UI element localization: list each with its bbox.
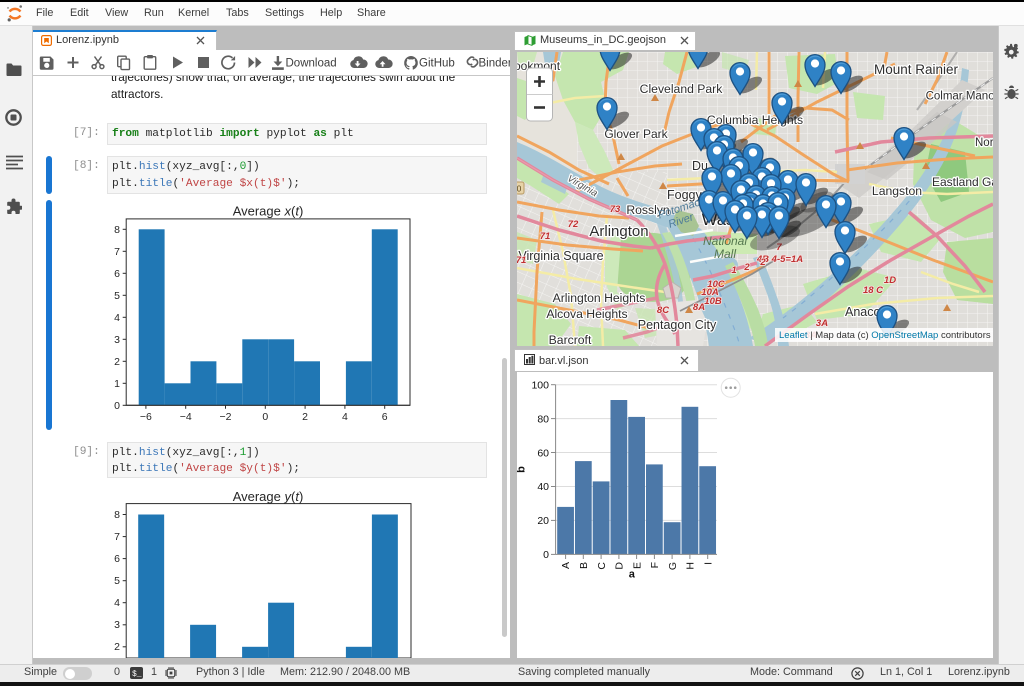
- svg-text:Glover Park: Glover Park: [604, 127, 668, 141]
- svg-text:2: 2: [114, 641, 120, 653]
- svg-text:−4: −4: [180, 411, 192, 423]
- svg-text:8: 8: [114, 509, 120, 521]
- svg-text:A: A: [560, 562, 572, 569]
- svg-text:G: G: [667, 562, 679, 570]
- svg-text:80: 80: [537, 413, 549, 425]
- svg-text:71: 71: [517, 255, 526, 266]
- svg-text:Binder: Binder: [479, 58, 511, 70]
- svg-text:H: H: [685, 562, 697, 570]
- svg-text:Barcroft: Barcroft: [549, 333, 592, 346]
- svg-text:5: 5: [114, 290, 120, 302]
- svg-text:71: 71: [540, 231, 551, 242]
- svg-text:10B: 10B: [704, 296, 722, 307]
- svg-text:100: 100: [531, 379, 549, 391]
- svg-text:7: 7: [114, 531, 120, 543]
- svg-text:Nor: Nor: [975, 137, 993, 149]
- svg-text:I: I: [702, 562, 714, 565]
- svg-text:Mall: Mall: [714, 247, 736, 261]
- svg-text:a: a: [629, 569, 636, 581]
- svg-text:1: 1: [731, 265, 736, 276]
- svg-text:b: b: [517, 466, 528, 473]
- svg-text:6: 6: [114, 268, 120, 280]
- svg-text:−6: −6: [140, 411, 152, 423]
- svg-text:0: 0: [543, 549, 549, 561]
- svg-text:0: 0: [114, 400, 120, 412]
- svg-text:7: 7: [114, 246, 120, 258]
- svg-text:F: F: [649, 562, 661, 568]
- svg-text:6: 6: [382, 411, 388, 423]
- svg-text:3A: 3A: [816, 318, 828, 329]
- svg-text:2: 2: [743, 262, 750, 273]
- svg-text:6: 6: [114, 553, 120, 565]
- svg-text:8: 8: [114, 224, 120, 236]
- svg-text:4: 4: [114, 597, 120, 609]
- svg-text:1: 1: [114, 378, 120, 390]
- svg-text:Mount Rainier: Mount Rainier: [874, 62, 959, 77]
- svg-text:8C: 8C: [657, 305, 669, 316]
- svg-text:4: 4: [114, 312, 120, 324]
- svg-text:B: B: [578, 562, 590, 569]
- svg-text:2: 2: [759, 257, 766, 268]
- svg-text:Leaflet | Map data (c) OpenStr: Leaflet | Map data (c) OpenStreetMap con…: [779, 330, 991, 341]
- svg-text:Average y(t): Average y(t): [233, 489, 304, 504]
- svg-text:−2: −2: [220, 411, 232, 423]
- svg-text:Arlington: Arlington: [589, 223, 648, 240]
- svg-text:Download: Download: [286, 58, 337, 70]
- svg-text:GitHub: GitHub: [419, 58, 455, 70]
- svg-text:1D: 1D: [884, 275, 896, 286]
- svg-text:National: National: [703, 234, 747, 248]
- svg-text:40: 40: [537, 481, 549, 493]
- svg-text:5: 5: [114, 575, 120, 587]
- svg-text:20: 20: [537, 515, 549, 527]
- svg-text:0: 0: [517, 184, 522, 194]
- svg-text:60: 60: [537, 447, 549, 459]
- svg-text:2: 2: [114, 356, 120, 368]
- svg-text:Eastland Gard: Eastland Gard: [932, 175, 993, 189]
- svg-text:D: D: [614, 562, 626, 570]
- svg-text:0: 0: [262, 411, 268, 423]
- svg-text:Alcova Heights: Alcova Heights: [546, 307, 627, 321]
- svg-text:4: 4: [342, 411, 348, 423]
- svg-text:3: 3: [114, 334, 120, 346]
- svg-text:Arlington Heights: Arlington Heights: [553, 291, 646, 305]
- svg-text:3: 3: [114, 619, 120, 631]
- svg-text:73: 73: [610, 204, 621, 215]
- svg-text:8A: 8A: [693, 302, 705, 313]
- svg-text:2: 2: [302, 411, 308, 423]
- svg-text:Langston: Langston: [872, 184, 922, 198]
- svg-text:Pentagon City: Pentagon City: [638, 318, 717, 332]
- svg-text:Cleveland Park: Cleveland Park: [640, 82, 724, 96]
- svg-text:$_: $_: [132, 670, 142, 679]
- svg-text:Average x(t): Average x(t): [233, 204, 304, 219]
- svg-text:18 C: 18 C: [863, 285, 883, 296]
- svg-text:Colmar Manor: Colmar Manor: [926, 91, 993, 103]
- svg-text:72: 72: [568, 219, 579, 230]
- svg-text:Virginia Square: Virginia Square: [518, 249, 603, 263]
- svg-text:C: C: [596, 562, 608, 570]
